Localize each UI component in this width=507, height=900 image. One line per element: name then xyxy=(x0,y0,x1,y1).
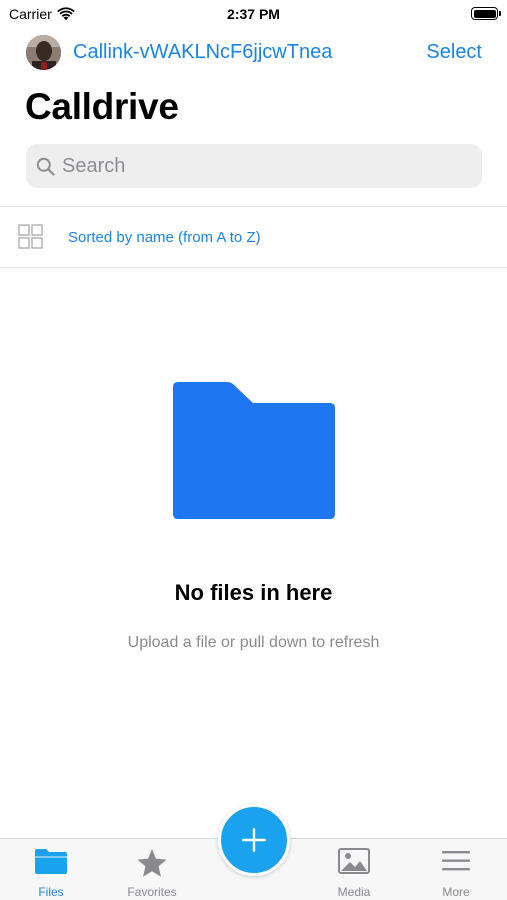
tab-label: More xyxy=(442,885,470,899)
battery-icon xyxy=(471,7,501,20)
tab-favorites[interactable]: Favorites xyxy=(112,839,192,900)
status-bar: Carrier 2:37 PM xyxy=(0,0,507,28)
add-file-button[interactable] xyxy=(218,804,290,876)
folder-icon xyxy=(173,382,335,519)
sort-order-button[interactable]: Sorted by name (from A to Z) xyxy=(68,229,261,246)
search-icon xyxy=(36,157,55,176)
tab-label: Favorites xyxy=(127,885,177,899)
account-name-link[interactable]: Callink-vWAKLNcF6jjcwTnea xyxy=(73,41,332,64)
avatar[interactable] xyxy=(26,35,61,70)
search-input[interactable] xyxy=(62,154,462,178)
tab-files[interactable]: Files xyxy=(11,839,91,900)
tab-label: Files xyxy=(38,885,64,899)
star-icon xyxy=(137,849,167,877)
divider xyxy=(0,206,507,207)
folder-icon xyxy=(35,849,67,874)
tab-media[interactable]: Media xyxy=(314,839,394,900)
page-title: Calldrive xyxy=(25,86,179,127)
plus-icon xyxy=(242,828,266,852)
grid-view-icon[interactable] xyxy=(18,224,44,250)
select-button[interactable]: Select xyxy=(426,41,482,64)
menu-icon xyxy=(442,851,470,871)
empty-state-subtitle: Upload a file or pull down to refresh xyxy=(127,634,380,651)
empty-state-title: No files in here xyxy=(174,580,333,605)
photo-icon xyxy=(338,848,370,874)
status-time: 2:37 PM xyxy=(227,6,280,22)
search-bar[interactable] xyxy=(26,144,482,188)
tab-label: Media xyxy=(337,885,371,899)
tab-more[interactable]: More xyxy=(416,839,496,900)
divider xyxy=(0,267,507,268)
